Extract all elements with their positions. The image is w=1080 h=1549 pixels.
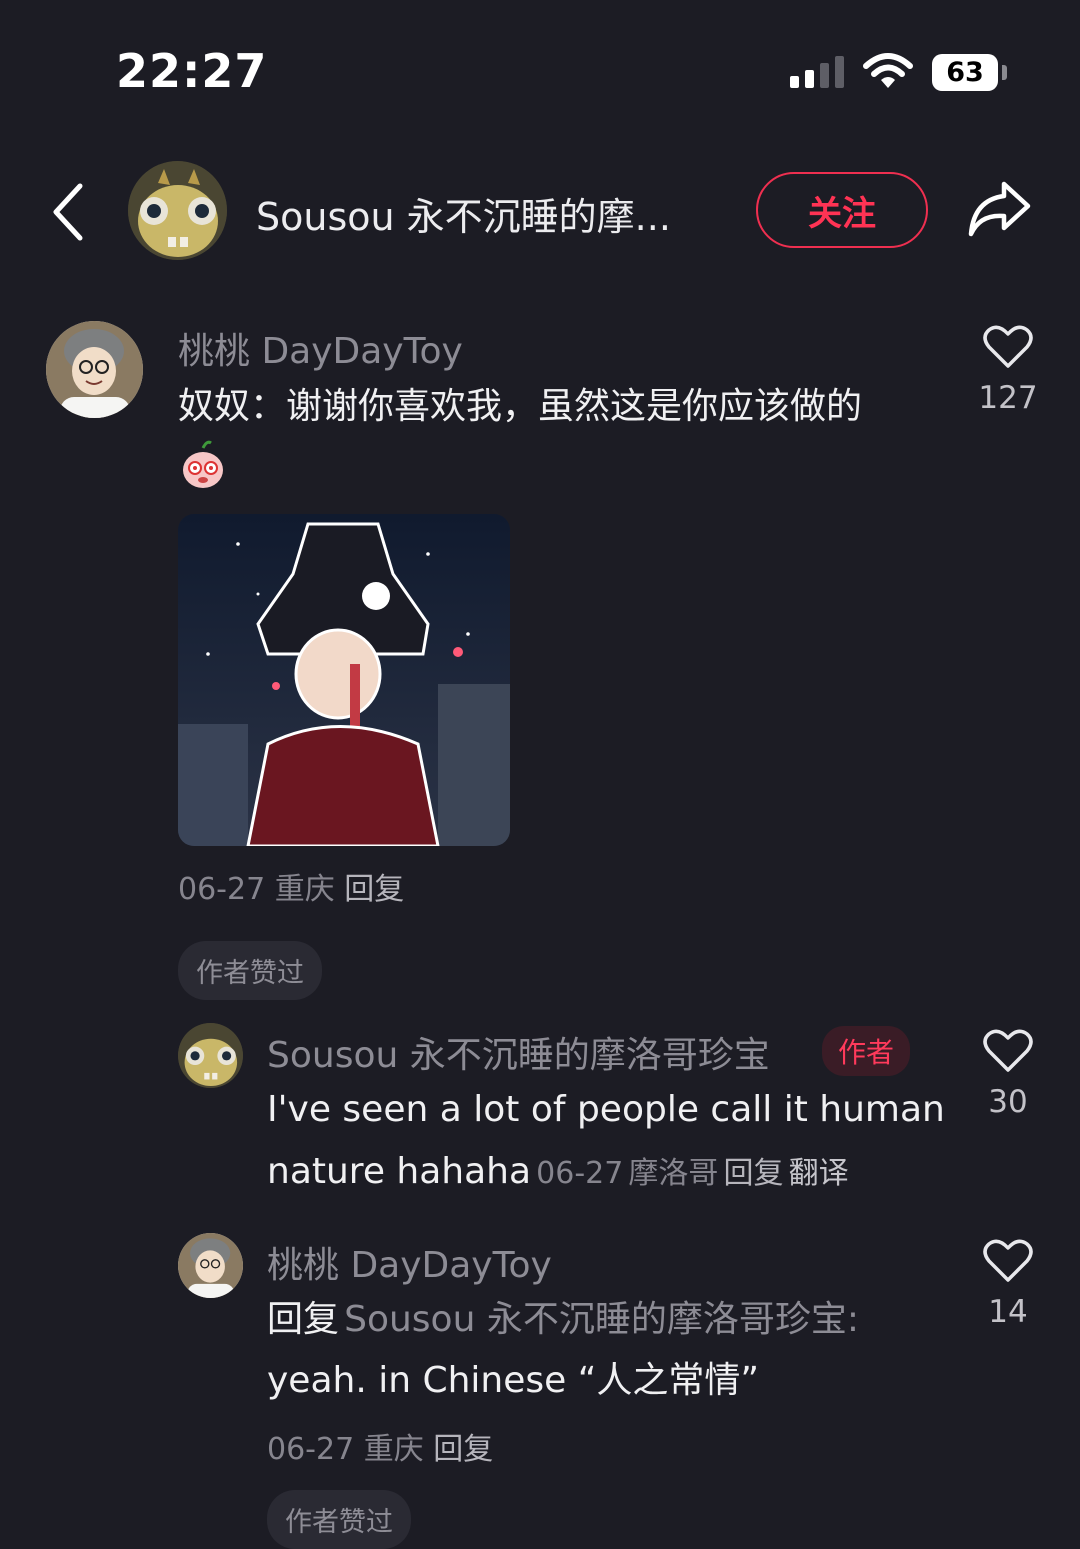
comment-meta: 06-27 重庆 回复 <box>178 864 404 908</box>
author-tag: 作者 <box>822 1026 911 1076</box>
like-button[interactable]: 127 <box>968 324 1048 416</box>
share-button[interactable] <box>966 178 1032 244</box>
like-button[interactable]: 14 <box>968 1238 1048 1330</box>
page-title: Sousou 永不沉睡的摩... <box>256 195 671 239</box>
back-button[interactable] <box>46 180 90 248</box>
follow-button[interactable]: 关注 <box>756 172 928 248</box>
commenter-avatar[interactable] <box>46 321 143 418</box>
reply-username[interactable]: 桃桃 DayDayToy <box>267 1236 552 1288</box>
reply-text-row: 回复 Sousou 永不沉睡的摩洛哥珍宝: <box>267 1289 859 1351</box>
reply-link[interactable]: 回复 <box>344 872 404 907</box>
author-avatar[interactable] <box>128 161 227 260</box>
share-icon <box>968 181 1031 237</box>
reply-meta: 06-27 重庆 回复 <box>267 1424 493 1468</box>
comment-location: 重庆 <box>274 872 335 907</box>
reply-link[interactable]: 回复 <box>433 1432 493 1467</box>
heart-icon <box>983 325 1033 368</box>
reply-text-line: I've seen a lot of people call it human <box>267 1089 945 1130</box>
comment-text: 奴奴：谢谢你喜欢我，虽然这是你应该做的 <box>178 386 863 427</box>
status-time: 22:27 <box>116 44 268 98</box>
reply-location: 摩洛哥 <box>628 1156 719 1191</box>
reply-text-line: nature hahaha <box>267 1151 532 1192</box>
heart-icon <box>983 1029 1033 1072</box>
reply-to-user[interactable]: Sousou 永不沉睡的摩洛哥珍宝: <box>344 1299 859 1340</box>
reply-text-row: nature hahaha 06-27 摩洛哥 回复 翻译 <box>267 1141 849 1203</box>
battery-indicator: 63 <box>932 54 998 91</box>
chevron-left-icon <box>53 183 83 241</box>
comment-date: 06-27 <box>178 872 266 907</box>
reply-username[interactable]: Sousou 永不沉睡的摩洛哥珍宝 <box>267 1026 770 1078</box>
battery-tip <box>1002 65 1007 80</box>
translate-link[interactable]: 翻译 <box>789 1156 849 1191</box>
reply-avatar[interactable] <box>178 1233 243 1298</box>
reply-link[interactable]: 回复 <box>724 1156 784 1191</box>
author-liked-badge: 作者赞过 <box>178 941 322 1000</box>
like-button[interactable]: 30 <box>968 1028 1048 1120</box>
reply-date: 06-27 <box>267 1432 355 1467</box>
reply-location: 重庆 <box>363 1432 424 1467</box>
wifi-icon <box>862 52 914 94</box>
reply-date: 06-27 <box>536 1156 624 1191</box>
like-count: 30 <box>988 1084 1028 1120</box>
reply-text-line: yeah. in Chinese “人之常情” <box>267 1360 760 1401</box>
sticker-emoji-icon <box>180 440 226 494</box>
cellular-signal-icon <box>790 56 844 88</box>
like-count: 127 <box>978 380 1038 416</box>
comment-username[interactable]: 桃桃 DayDayToy <box>178 322 463 374</box>
heart-icon <box>983 1239 1033 1282</box>
reply-prefix: 回复 <box>267 1299 340 1340</box>
author-liked-badge: 作者赞过 <box>267 1490 411 1549</box>
comment-image[interactable] <box>178 514 510 846</box>
reply-avatar[interactable] <box>178 1023 243 1088</box>
like-count: 14 <box>988 1294 1028 1330</box>
